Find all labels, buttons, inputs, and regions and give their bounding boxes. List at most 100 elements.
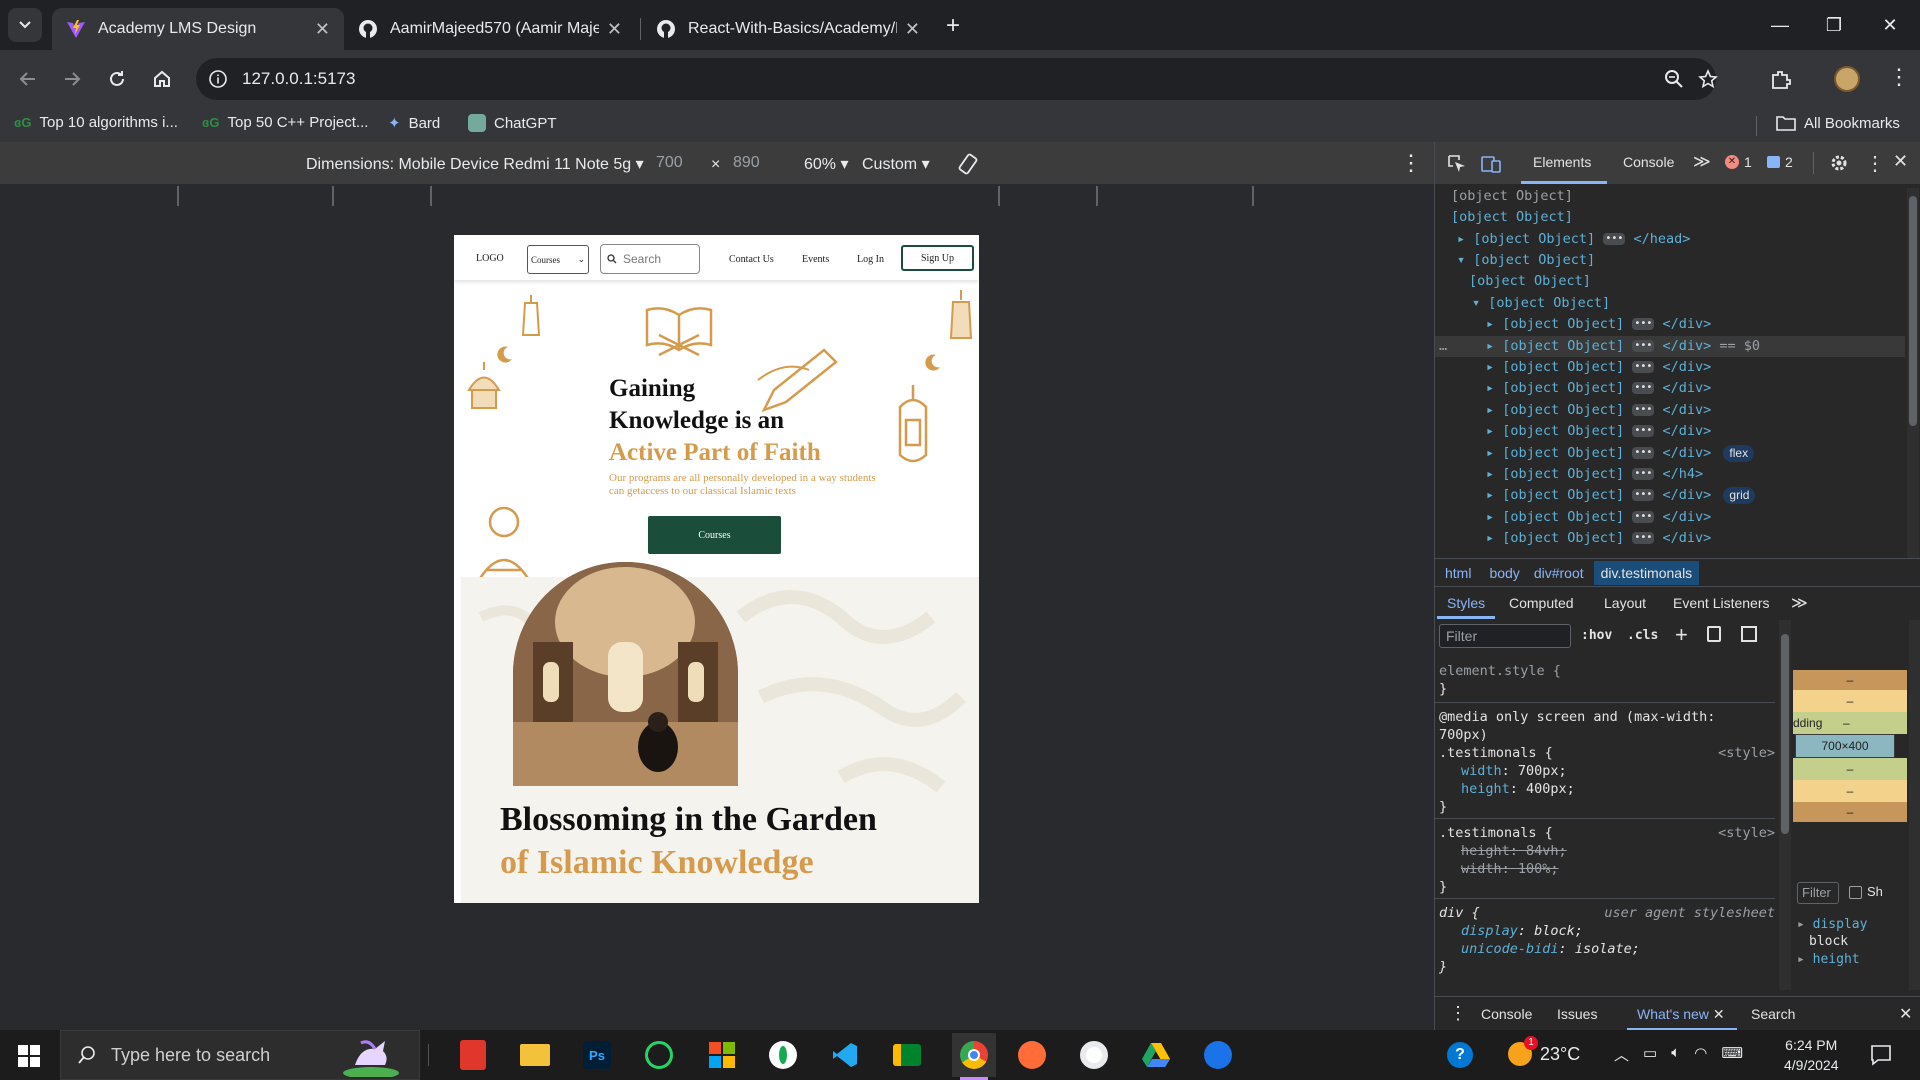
new-rule-icon[interactable]: + [1675, 622, 1688, 648]
help-icon[interactable]: ? [1442, 1037, 1478, 1073]
sidebar-toggle-icon[interactable] [1741, 626, 1757, 642]
battery-icon[interactable]: ▭ [1643, 1044, 1657, 1065]
tab-elements[interactable]: Elements [1533, 154, 1591, 170]
drawer-tab-issues[interactable]: Issues [1557, 1006, 1597, 1022]
google-drive-icon[interactable] [1138, 1037, 1174, 1073]
bookmark-item[interactable]: ɞG Top 10 algorithms i... [14, 114, 178, 131]
dom-node-selected[interactable]: ▸ [object Object] ••• </div> == $0 [1435, 336, 1905, 357]
nav-link-login[interactable]: Log In [857, 254, 884, 265]
device-width-input[interactable]: 700 [656, 154, 683, 172]
rotate-icon[interactable] [956, 152, 980, 176]
tab-console[interactable]: Console [1623, 154, 1674, 170]
devtools-menu-icon[interactable]: ⋮ [1865, 151, 1885, 176]
volume-icon[interactable]: 🔈︎ [1671, 1044, 1680, 1065]
flex-badge[interactable]: flex [1723, 445, 1755, 462]
wifi-icon[interactable]: ◠ [1694, 1044, 1707, 1065]
clock[interactable]: 6:24 PM 4/9/2024 [1784, 1035, 1839, 1075]
home-button[interactable] [146, 63, 178, 95]
device-mode-icon[interactable] [1481, 154, 1501, 174]
profile-avatar[interactable] [1834, 66, 1860, 92]
hov-toggle[interactable]: :hov [1581, 628, 1612, 643]
app-icon[interactable] [1076, 1037, 1112, 1073]
reload-button[interactable] [101, 63, 133, 95]
close-window-button[interactable]: ✕ [1870, 10, 1910, 40]
computed-scrollbar[interactable] [1909, 620, 1920, 990]
style-source-link[interactable]: <style> [1718, 824, 1775, 842]
acrobat-icon[interactable] [455, 1037, 491, 1073]
more-tabs-icon[interactable]: ≫ [1693, 152, 1711, 172]
postman-icon[interactable] [1014, 1037, 1050, 1073]
messages-icon[interactable] [1200, 1037, 1236, 1073]
dom-node[interactable]: ▸ [object Object] ••• </h4> [1486, 464, 1703, 485]
paint-icon[interactable] [1707, 626, 1721, 642]
bookmark-item[interactable]: ChatGPT [468, 114, 557, 132]
dom-node[interactable]: [object Object] [1451, 207, 1573, 228]
dom-node[interactable]: ▾ [object Object] [1457, 250, 1595, 271]
menu-kebab-icon[interactable]: ⋮ [1888, 64, 1910, 90]
whatsapp-icon[interactable] [641, 1037, 677, 1073]
nav-link-events[interactable]: Events [802, 254, 829, 265]
tab-github-repo[interactable]: React-With-Basics/Academy/RE ✕ [642, 8, 934, 50]
file-explorer-icon[interactable] [517, 1037, 553, 1073]
drawer-tab-search[interactable]: Search [1751, 1006, 1795, 1022]
close-icon[interactable]: ✕ [315, 19, 330, 40]
tab-styles[interactable]: Styles [1447, 595, 1485, 611]
site-logo[interactable]: LOGO [476, 253, 504, 264]
crumb-body[interactable]: body [1489, 565, 1519, 581]
all-bookmarks[interactable]: All Bookmarks [1776, 114, 1900, 132]
dom-node[interactable]: ▸ [object Object] ••• </div> [1486, 314, 1711, 335]
gear-icon[interactable] [1829, 153, 1849, 173]
hero-courses-button[interactable]: Courses [648, 516, 781, 554]
forward-button[interactable] [56, 63, 88, 95]
restore-button[interactable]: ❐ [1814, 10, 1854, 40]
tab-event-listeners[interactable]: Event Listeners [1673, 595, 1770, 611]
tab-academy[interactable]: Academy LMS Design ✕ [52, 8, 344, 50]
drawer-menu-icon[interactable]: ⋮ [1449, 1003, 1467, 1024]
styles-filter-input[interactable]: Filter [1439, 624, 1571, 648]
throttle-select[interactable]: Custom ▾ [862, 154, 930, 174]
star-icon[interactable] [1698, 69, 1718, 89]
media-query-ruler[interactable] [0, 184, 1434, 208]
dom-node[interactable]: ▸ [object Object] ••• </div> [1486, 400, 1711, 421]
signup-button[interactable]: Sign Up [901, 245, 974, 271]
tab-computed[interactable]: Computed [1509, 595, 1574, 611]
site-info-icon[interactable] [208, 69, 228, 89]
ellipsis-badge[interactable]: ••• [1603, 233, 1626, 245]
dom-node[interactable]: ▸ [object Object] ••• </div> [1486, 528, 1711, 549]
site-search-input[interactable]: Search [600, 244, 700, 274]
message-count[interactable]: 2 [1767, 154, 1793, 170]
show-all-checkbox[interactable] [1849, 886, 1862, 899]
device-toolbar-menu-icon[interactable]: ⋮ [1400, 150, 1422, 176]
zoom-icon[interactable] [1664, 69, 1684, 89]
computed-prop[interactable]: ▸ display block ▸ height [1797, 916, 1867, 968]
zoom-select[interactable]: 60% ▾ [804, 154, 849, 174]
weather-widget[interactable]: 1 23°C [1508, 1036, 1580, 1066]
chevron-up-icon[interactable]: ︿ [1614, 1044, 1629, 1065]
dom-node[interactable]: ▸ [object Object] ••• </head> [1457, 229, 1690, 250]
action-center-icon[interactable] [1870, 1044, 1892, 1066]
mongodb-icon[interactable] [765, 1037, 801, 1073]
meet-icon[interactable] [889, 1037, 925, 1073]
dom-node[interactable]: ▸ [object Object] ••• </div> grid [1486, 485, 1756, 506]
tab-search-button[interactable] [8, 8, 42, 42]
error-count[interactable]: ✕ 1 [1725, 154, 1752, 170]
tab-layout[interactable]: Layout [1604, 595, 1646, 611]
dom-node[interactable]: ▾ [object Object] [1472, 293, 1610, 314]
close-icon[interactable]: ✕ [905, 19, 920, 40]
styles-scrollbar[interactable] [1779, 620, 1791, 990]
new-tab-button[interactable]: + [946, 12, 960, 40]
photoshop-icon[interactable]: Ps [579, 1037, 615, 1073]
grid-badge[interactable]: grid [1723, 487, 1756, 504]
crumb-root[interactable]: div#root [1534, 565, 1584, 581]
device-dimensions-select[interactable]: Dimensions: Mobile Device Redmi 11 Note … [306, 154, 644, 174]
courses-select[interactable]: Courses ⌄ [527, 245, 589, 274]
extensions-icon[interactable] [1770, 69, 1792, 91]
close-devtools-icon[interactable]: ✕ [1893, 151, 1908, 172]
dom-node[interactable]: ▸ [object Object] ••• </div> [1486, 357, 1711, 378]
close-drawer-icon[interactable]: ✕ [1899, 1004, 1912, 1024]
cls-toggle[interactable]: .cls [1627, 628, 1658, 643]
bookmark-item[interactable]: ɞG Top 50 C++ Project... [202, 114, 368, 131]
dom-node[interactable]: [object Object] [1469, 271, 1591, 292]
dom-node[interactable]: [object Object] [1451, 186, 1573, 207]
bookmark-item[interactable]: ✦ Bard [388, 114, 440, 133]
